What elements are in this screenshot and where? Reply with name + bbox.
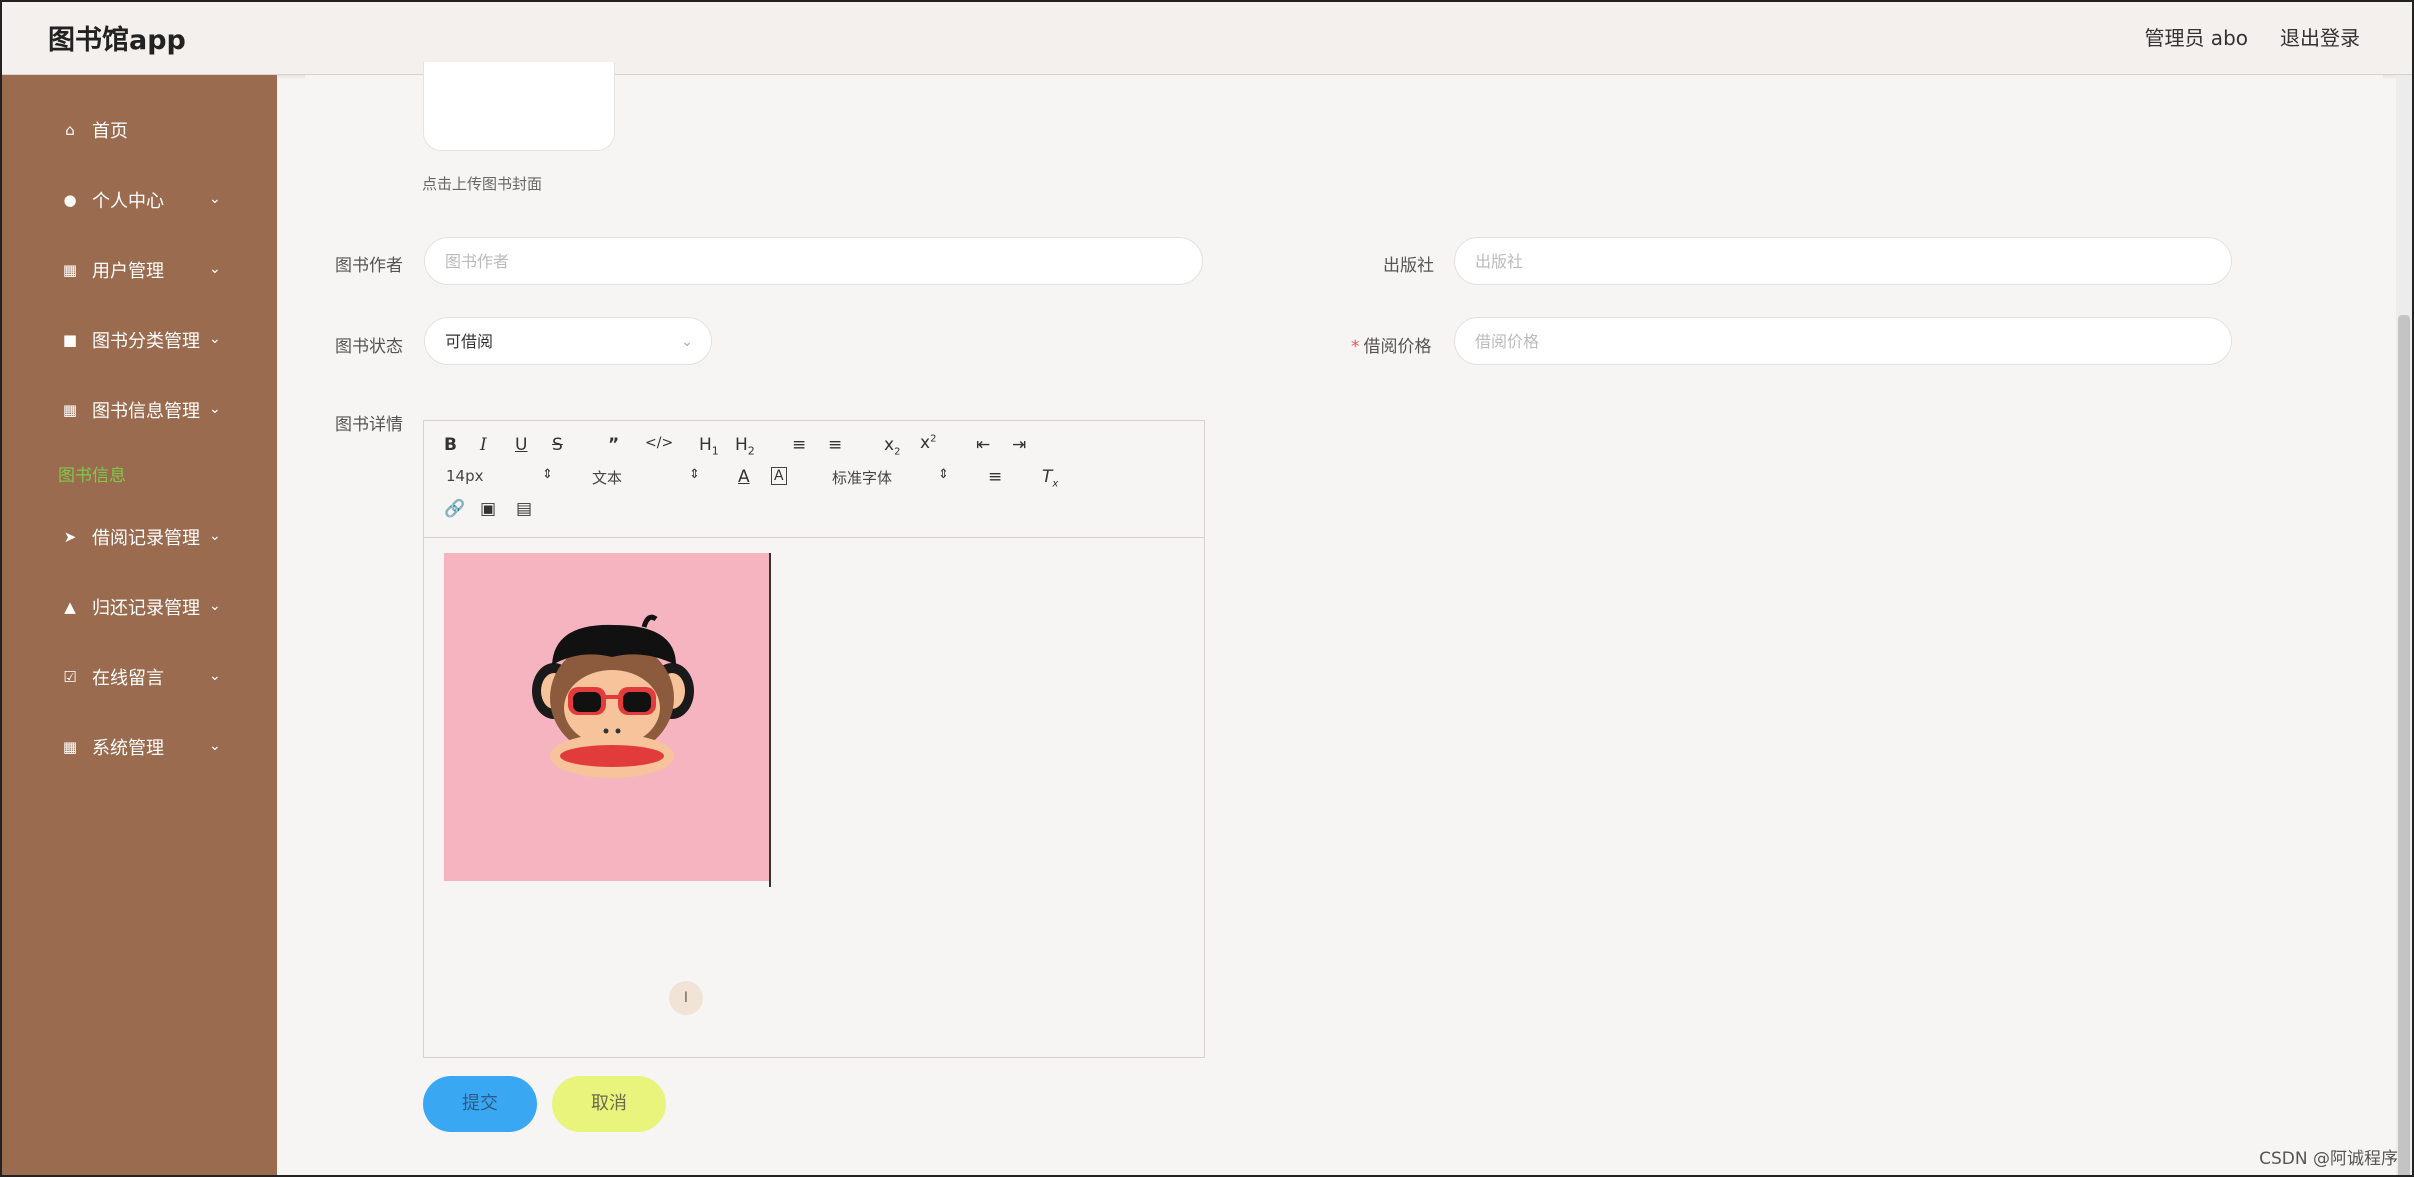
logout-button[interactable]: 退出登录	[2280, 22, 2360, 51]
subscript-icon[interactable]: x2	[884, 435, 900, 457]
admin-label[interactable]: 管理员 abo	[2144, 22, 2248, 51]
scrollbar-track[interactable]	[2396, 75, 2412, 1175]
rich-text-editor: B I U S ” </> H1 H2 ≡ ≡ x2 x2 ⇤ ⇥ 14px ⇕…	[423, 420, 1205, 1058]
chevron-down-icon: ⌄	[209, 668, 221, 684]
header-actions: 管理员 abo 退出登录	[2144, 22, 2360, 51]
sidebar-item-users[interactable]: ▦ 用户管理 ⌄	[2, 245, 277, 295]
select-arrows-icon: ⇕	[542, 467, 553, 482]
inserted-monkey-image[interactable]	[444, 553, 769, 881]
send-icon: ➤	[63, 528, 77, 546]
chevron-down-icon: ⌄	[209, 528, 221, 544]
grid-icon: ▦	[62, 401, 78, 419]
status-select[interactable]: 可借阅 ⌄	[424, 317, 712, 365]
ordered-list-icon[interactable]: ≡	[792, 435, 806, 455]
thumb-icon: ▲	[64, 598, 76, 616]
price-input[interactable]: 借阅价格	[1454, 317, 2232, 365]
cover-upload-hint: 点击上传图书封面	[422, 175, 543, 193]
font-family-select[interactable]: 标准字体	[832, 467, 892, 488]
checkbox-icon: ☑	[63, 668, 77, 686]
author-input[interactable]: 图书作者	[424, 237, 1203, 285]
font-color-icon[interactable]: A	[738, 467, 750, 487]
sidebar-item-label: 归还记录管理	[92, 598, 200, 619]
price-label: * 借阅价格	[1351, 332, 1432, 357]
select-arrows-icon: ⇕	[938, 467, 949, 482]
cover-upload-box[interactable]	[423, 62, 615, 151]
app-window: 图书馆app 管理员 abo 退出登录 ⌂ 首页 ● 个人中心 ⌄ ▦ 用户管理…	[0, 0, 2414, 1177]
sidebar-item-label: 个人中心	[92, 191, 164, 212]
top-header: 图书馆app 管理员 abo 退出登录	[2, 2, 2412, 75]
video-icon[interactable]: ▤	[516, 499, 532, 519]
image-icon[interactable]: ▣	[480, 499, 496, 519]
publisher-input[interactable]: 出版社	[1454, 237, 2232, 285]
publisher-placeholder: 出版社	[1475, 252, 1524, 271]
outdent-icon[interactable]: ⇤	[976, 435, 990, 455]
link-icon[interactable]: 🔗	[444, 499, 465, 519]
home-icon: ⌂	[65, 121, 75, 139]
price-label-text: 借阅价格	[1363, 337, 1432, 357]
clear-format-icon[interactable]: Tx	[1042, 467, 1058, 489]
text-cursor	[769, 553, 771, 887]
background-color-icon[interactable]: A	[771, 467, 787, 485]
code-icon[interactable]: </>	[645, 435, 673, 451]
sidebar-item-label: 用户管理	[92, 261, 164, 282]
app-title: 图书馆app	[48, 25, 186, 56]
bold-icon[interactable]: B	[444, 435, 457, 455]
clipboard-icon: ■	[62, 331, 78, 349]
editor-toolbar: B I U S ” </> H1 H2 ≡ ≡ x2 x2 ⇤ ⇥ 14px ⇕…	[424, 421, 1204, 538]
required-mark: *	[1351, 337, 1360, 357]
sidebar-item-label: 图书分类管理	[92, 331, 200, 352]
status-value: 可借阅	[445, 332, 494, 351]
blockquote-icon[interactable]: ”	[608, 435, 619, 455]
heading1-icon[interactable]: H1	[699, 435, 719, 457]
heading2-icon[interactable]: H2	[735, 435, 755, 457]
table-icon: ▦	[62, 738, 78, 756]
author-label: 图书作者	[335, 256, 403, 276]
block-type-select[interactable]: 文本	[592, 467, 622, 488]
indent-icon[interactable]: ⇥	[1012, 435, 1026, 455]
sidebar-item-borrow-records[interactable]: ➤ 借阅记录管理 ⌄	[2, 512, 277, 562]
chevron-down-icon: ⌄	[209, 331, 221, 347]
sidebar-item-profile[interactable]: ● 个人中心 ⌄	[2, 175, 277, 225]
cancel-button[interactable]: 取消	[552, 1076, 666, 1132]
scrollbar-thumb[interactable]	[2398, 315, 2410, 1175]
sidebar-item-book-category[interactable]: ■ 图书分类管理 ⌄	[2, 315, 277, 365]
sidebar-item-label: 首页	[92, 121, 128, 142]
sidebar-subitem-book-info[interactable]: 图书信息	[58, 461, 126, 486]
mouse-cursor-icon: I	[669, 981, 703, 1015]
chevron-down-icon: ⌄	[209, 598, 221, 614]
chevron-down-icon: ⌄	[209, 738, 221, 754]
sidebar-item-label: 系统管理	[92, 738, 164, 759]
sidebar-item-book-info[interactable]: ▦ 图书信息管理 ⌄	[2, 385, 277, 435]
chevron-down-icon: ⌄	[681, 334, 693, 350]
chevron-down-icon: ⌄	[209, 261, 221, 277]
sidebar-item-messages[interactable]: ☑ 在线留言 ⌄	[2, 652, 277, 702]
sidebar: ⌂ 首页 ● 个人中心 ⌄ ▦ 用户管理 ⌄ ■ 图书分类管理 ⌄ ▦ 图书信息…	[2, 75, 277, 1175]
monkey-illustration	[444, 553, 769, 881]
font-size-select[interactable]: 14px	[446, 467, 484, 485]
watermark-text: CSDN @阿诚程序	[2259, 1149, 2398, 1169]
sidebar-item-return-records[interactable]: ▲ 归还记录管理 ⌄	[2, 582, 277, 632]
submit-button[interactable]: 提交	[423, 1076, 537, 1132]
sidebar-item-label: 在线留言	[92, 668, 164, 689]
align-icon[interactable]: ≡	[988, 467, 1002, 487]
grid-icon: ▦	[62, 261, 78, 279]
sidebar-item-label: 借阅记录管理	[92, 528, 200, 549]
price-placeholder: 借阅价格	[1475, 332, 1540, 351]
chevron-down-icon: ⌄	[209, 401, 221, 417]
italic-icon[interactable]: I	[480, 435, 487, 455]
sidebar-item-system[interactable]: ▦ 系统管理 ⌄	[2, 722, 277, 772]
author-placeholder: 图书作者	[445, 252, 510, 271]
superscript-icon[interactable]: x2	[920, 433, 936, 453]
sidebar-item-label: 图书信息管理	[92, 401, 200, 422]
bullet-list-icon[interactable]: ≡	[828, 435, 842, 455]
status-label: 图书状态	[335, 337, 403, 357]
underline-icon[interactable]: U	[515, 435, 527, 455]
publisher-label: 出版社	[1383, 256, 1434, 276]
sidebar-item-home[interactable]: ⌂ 首页	[2, 105, 277, 155]
chevron-down-icon: ⌄	[209, 191, 221, 207]
select-arrows-icon: ⇕	[689, 467, 700, 482]
strikethrough-icon[interactable]: S	[552, 435, 563, 455]
detail-label: 图书详情	[335, 415, 403, 435]
user-icon: ●	[63, 191, 77, 209]
